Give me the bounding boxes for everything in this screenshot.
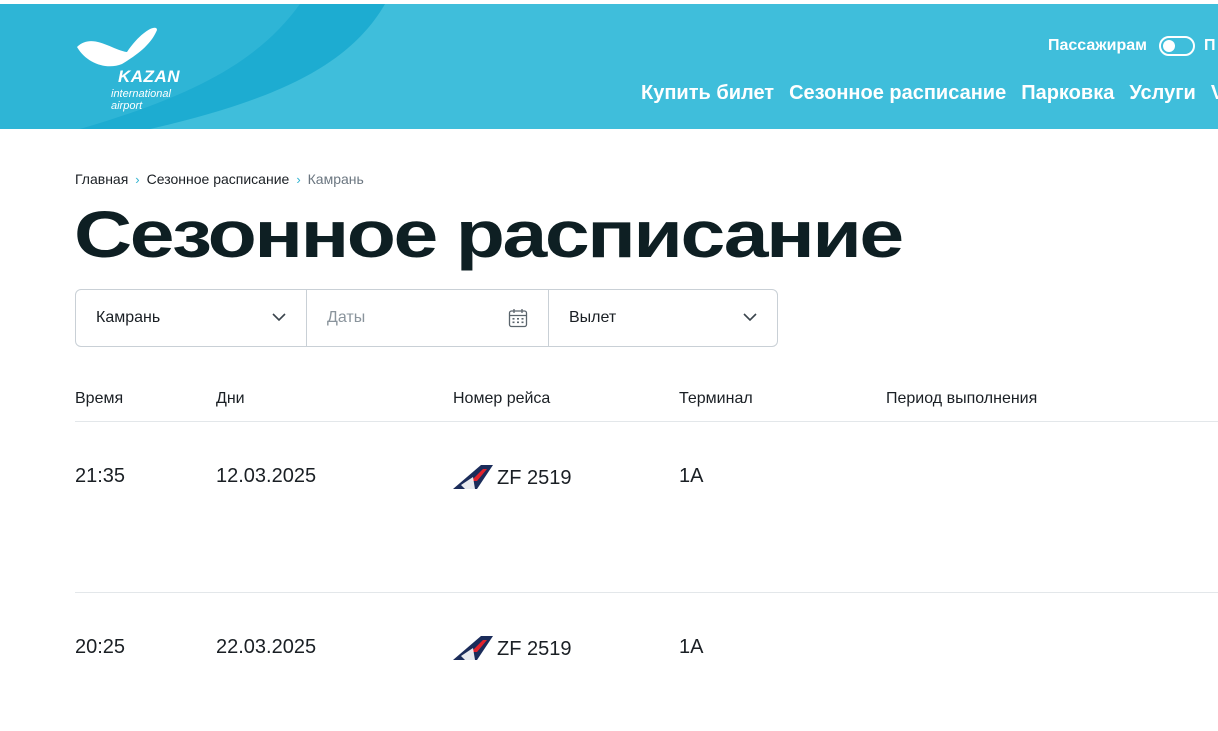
logo-subtitle: international airport [111, 88, 171, 112]
cell-flight: ZF 2519 [453, 636, 571, 662]
dates-placeholder: Даты [327, 309, 366, 326]
destination-value: Камрань [96, 309, 161, 326]
nav-buy-ticket[interactable]: Купить билет [641, 82, 774, 105]
breadcrumb: Главная › Сезонное расписание › Камрань [75, 171, 364, 187]
flight-number: ZF 2519 [497, 466, 572, 489]
cell-time: 21:35 [75, 465, 126, 487]
flight-number: ZF 2519 [497, 637, 572, 660]
column-header-time: Время [75, 390, 124, 407]
column-header-terminal: Терминал [679, 390, 753, 407]
chevron-down-icon [272, 313, 286, 322]
schedule-table-header: Время Дни Номер рейса Терминал Период вы… [75, 390, 1218, 422]
nav-parking[interactable]: Парковка [1021, 82, 1114, 105]
column-header-flight-number: Номер рейса [453, 390, 551, 407]
main-nav: Купить билет Сезонное расписание Парковк… [641, 82, 1218, 105]
azur-air-tail-icon [453, 636, 493, 660]
schedule-filters: Камрань Даты Вылет [75, 289, 778, 347]
table-row[interactable]: 20:25 22.03.2025 ZF 2519 1А [75, 593, 1218, 731]
direction-select[interactable]: Вылет [548, 290, 777, 346]
logo-kazan-text: KAZAN [118, 67, 180, 86]
audience-toggle[interactable] [1159, 36, 1195, 56]
column-header-days: Дни [216, 390, 245, 407]
passengers-toggle-label[interactable]: Пассажирам [1048, 37, 1147, 55]
site-header: KAZAN international airport Пассажирам П… [0, 4, 1218, 129]
cell-terminal: 1А [679, 465, 704, 487]
cell-terminal: 1А [679, 636, 704, 658]
toggle-knob [1163, 40, 1175, 52]
nav-seasonal-schedule[interactable]: Сезонное расписание [789, 82, 1006, 105]
chevron-down-icon [743, 313, 757, 322]
table-row[interactable]: 21:35 12.03.2025 ZF 2519 1А [75, 422, 1218, 593]
page-title: Сезонное расписание [74, 197, 904, 271]
breadcrumb-seasonal-schedule[interactable]: Сезонное расписание [147, 171, 290, 187]
dates-picker[interactable]: Даты [306, 290, 548, 346]
calendar-icon [508, 309, 528, 328]
toggle-next-label[interactable]: П [1204, 37, 1216, 55]
breadcrumb-chevron-icon: › [135, 171, 140, 187]
direction-value: Вылет [569, 309, 617, 326]
destination-select[interactable]: Камрань [76, 290, 306, 346]
cell-time: 20:25 [75, 636, 126, 658]
column-header-period: Период выполнения [886, 390, 1038, 407]
cell-flight: ZF 2519 [453, 465, 571, 491]
nav-services[interactable]: Услуги [1129, 82, 1196, 105]
azur-air-tail-icon [453, 465, 493, 489]
nav-vip[interactable]: VI [1211, 82, 1218, 105]
breadcrumb-current: Камрань [307, 171, 364, 187]
cell-days: 12.03.2025 [216, 465, 317, 487]
cell-days: 22.03.2025 [216, 636, 317, 658]
breadcrumb-home[interactable]: Главная [75, 171, 128, 187]
breadcrumb-chevron-icon: › [296, 171, 301, 187]
